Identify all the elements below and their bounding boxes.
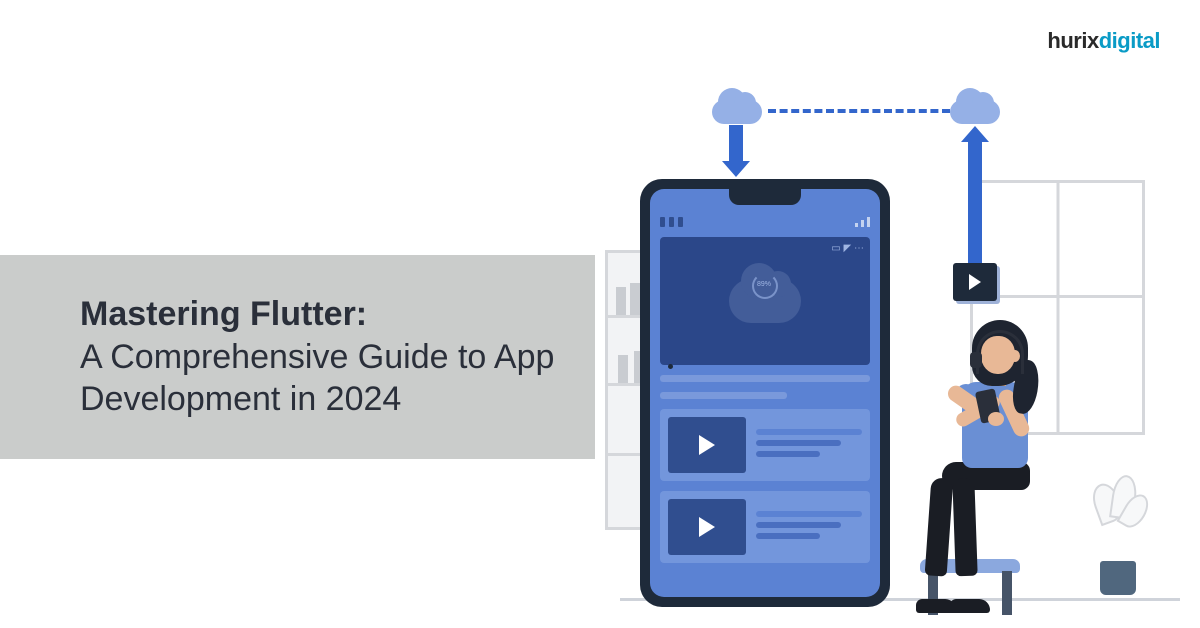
- headset-icon: [976, 330, 1024, 374]
- person-illustration: [910, 320, 1080, 615]
- status-bar: [660, 215, 870, 229]
- featured-video-card: ▭ ◤ ⋯ 89%: [660, 237, 870, 365]
- media-play-icon: [953, 263, 997, 301]
- title-banner: Mastering Flutter: A Comprehensive Guide…: [0, 255, 595, 459]
- play-thumb-icon: [668, 499, 746, 555]
- play-thumb-icon: [668, 417, 746, 473]
- text-placeholder-line-short: [660, 392, 787, 399]
- arrow-up-icon: [968, 140, 982, 280]
- video-list-item: [660, 491, 870, 563]
- upload-percent-label: 89%: [757, 281, 771, 288]
- phone-screen: ▭ ◤ ⋯ 89%: [650, 189, 880, 597]
- chair-leg: [1002, 571, 1012, 615]
- hero-illustration: ▭ ◤ ⋯ 89%: [620, 95, 1160, 615]
- text-placeholder-line: [660, 375, 870, 382]
- sync-dashed-line: [768, 109, 950, 113]
- phone-mockup: ▭ ◤ ⋯ 89%: [640, 179, 890, 607]
- title-heading-regular: A Comprehensive Guide to App Development…: [80, 336, 555, 421]
- cloud-progress-icon: 89%: [729, 279, 801, 323]
- video-list-item: [660, 409, 870, 481]
- logo-text-accent: digital: [1099, 28, 1160, 53]
- arrow-down-icon: [729, 125, 743, 163]
- logo-text-primary: hurix: [1047, 28, 1098, 53]
- title-heading-bold: Mastering Flutter:: [80, 293, 555, 336]
- cloud-upload-icon: [950, 100, 1000, 124]
- phone-notch: [729, 189, 801, 205]
- video-controls-icons: ▭ ◤ ⋯: [831, 243, 864, 254]
- cloud-download-icon: [712, 100, 762, 124]
- plant-decor: [1088, 475, 1148, 595]
- brand-logo: hurixdigital: [1047, 28, 1160, 54]
